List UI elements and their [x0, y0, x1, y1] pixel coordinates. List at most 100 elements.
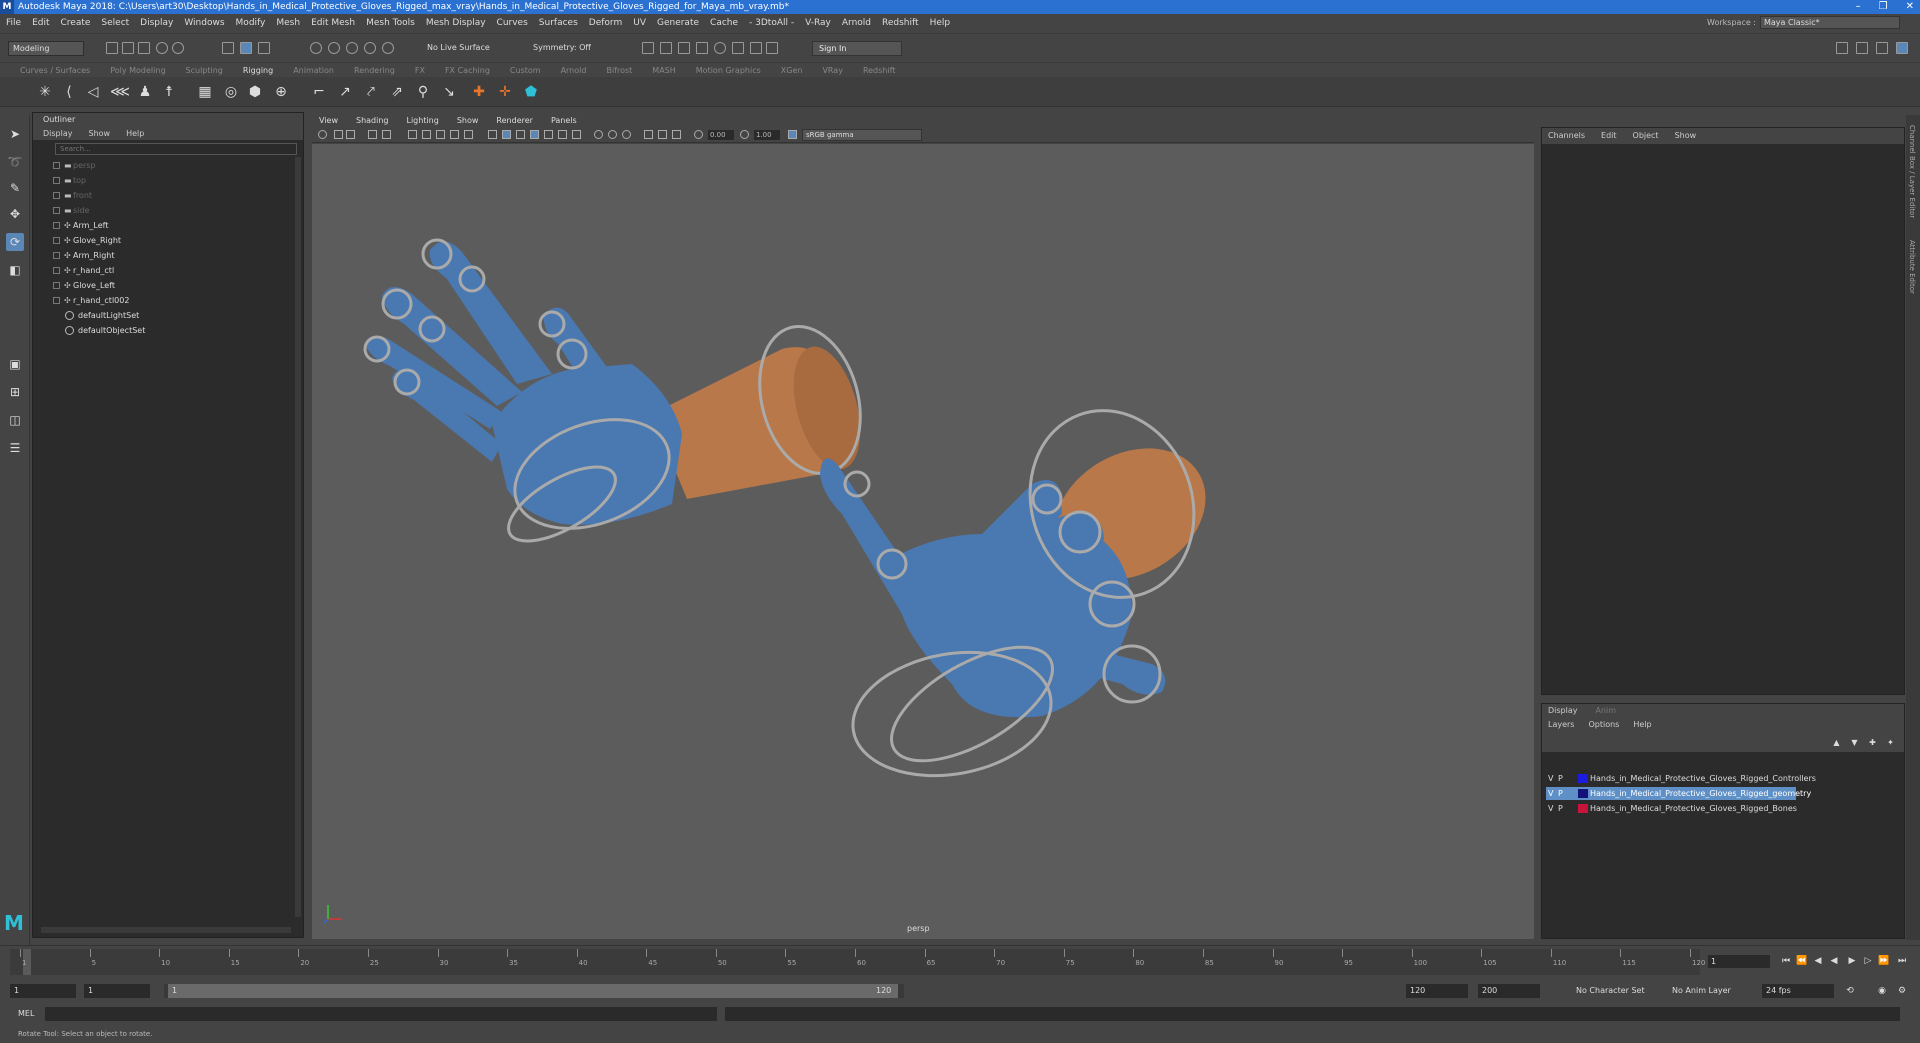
viewport-menu-panels[interactable]: Panels	[551, 114, 577, 127]
wrap-deformer-icon[interactable]: ⬢	[246, 83, 264, 101]
outliner-menu-display[interactable]: Display	[43, 127, 73, 140]
film-gate-icon[interactable]	[408, 130, 417, 139]
expand-icon[interactable]	[53, 177, 60, 184]
view-transform-dropdown[interactable]: sRGB gamma	[802, 129, 922, 141]
move-tool-icon[interactable]: ✥	[6, 205, 24, 223]
shelf-tab-mash[interactable]: MASH	[652, 66, 675, 75]
layer-row[interactable]: V P Hands_in_Medical_Protective_Gloves_R…	[1546, 772, 1816, 785]
lattice-icon[interactable]: ▦	[196, 83, 214, 101]
parent-constraint-icon[interactable]: ⚲	[414, 83, 432, 101]
shelf-tab-fx[interactable]: FX	[415, 66, 425, 75]
character-set-dropdown[interactable]: No Character Set	[1576, 986, 1645, 995]
menu-3dtoall[interactable]: - 3DtoAll -	[749, 18, 794, 28]
gate-mask-icon[interactable]	[436, 130, 445, 139]
select-camera-icon[interactable]	[318, 130, 327, 139]
outliner-menu-help[interactable]: Help	[126, 127, 144, 140]
snap-grid-icon[interactable]	[310, 42, 322, 54]
outliner-item-side[interactable]: ▬ side	[33, 203, 303, 218]
outliner-item-arm-left[interactable]: ✣ Arm_Left	[33, 218, 303, 233]
bookmarks-icon[interactable]	[346, 130, 355, 139]
channel-box-toggle-icon[interactable]	[1896, 42, 1908, 54]
single-perspective-view-icon[interactable]: ▣	[6, 355, 24, 373]
go-to-start-icon[interactable]: ⏮	[1780, 954, 1792, 968]
undo-icon[interactable]	[156, 42, 168, 54]
use-all-lights-icon[interactable]	[558, 130, 567, 139]
expand-icon[interactable]	[53, 297, 60, 304]
save-scene-icon[interactable]	[138, 42, 150, 54]
render-setup-icon[interactable]	[732, 42, 744, 54]
select-hierarchy-icon[interactable]	[222, 42, 234, 54]
layer-row-selected[interactable]: V P Hands_in_Medical_Protective_Gloves_R…	[1546, 787, 1811, 800]
modeling-toolkit-icon[interactable]	[1836, 42, 1848, 54]
menu-mesh-tools[interactable]: Mesh Tools	[366, 18, 415, 28]
rotate-tool-icon[interactable]: ⟳	[6, 233, 24, 251]
time-slider-track[interactable]: 1 5 10 15 20 25 30 35 40 45 50 55 60 65 70 75 80 85 90 95 10…	[10, 949, 1705, 975]
live-surface-field[interactable]: No Live Surface	[427, 43, 490, 52]
outliner-search-input[interactable]: Search...	[55, 143, 297, 155]
layer-playback-toggle[interactable]: P	[1558, 802, 1563, 815]
layer-color-swatch[interactable]	[1578, 804, 1588, 813]
gamma-field[interactable]: 1.00	[754, 130, 780, 140]
wireframe-icon[interactable]	[488, 130, 497, 139]
color-management-icon[interactable]	[788, 130, 797, 139]
layer-menu-help[interactable]: Help	[1633, 718, 1651, 732]
outliner-item-front[interactable]: ▬ front	[33, 188, 303, 203]
outliner-item-arm-right[interactable]: ✣ Arm_Right	[33, 248, 303, 263]
exposure-icon[interactable]	[694, 130, 703, 139]
move-layer-up-icon[interactable]: ▲	[1832, 738, 1841, 747]
outliner-item-r-hand-ctl[interactable]: ✣ r_hand_ctl	[33, 263, 303, 278]
step-back-frame-icon[interactable]: ◀︎	[1812, 954, 1824, 968]
go-to-end-icon[interactable]: ⏭	[1896, 954, 1908, 968]
layer-visibility-toggle[interactable]: V	[1548, 787, 1553, 800]
shelf-tab-rendering[interactable]: Rendering	[354, 66, 395, 75]
expand-icon[interactable]	[53, 162, 60, 169]
menu-redshift[interactable]: Redshift	[882, 18, 919, 28]
camera-attributes-icon[interactable]	[334, 130, 343, 139]
resolution-gate-icon[interactable]	[422, 130, 431, 139]
outliner-item-glove-right[interactable]: ✣ Glove_Right	[33, 233, 303, 248]
shelf-tab-motion-graphics[interactable]: Motion Graphics	[696, 66, 761, 75]
expand-icon[interactable]	[53, 222, 60, 229]
animation-preferences-icon[interactable]: ⚙	[1896, 984, 1908, 998]
select-tool-icon[interactable]: ➤	[6, 125, 24, 143]
shelf-tab-animation[interactable]: Animation	[293, 66, 334, 75]
persp-outliner-layout-icon[interactable]: ◫	[6, 411, 24, 429]
layer-menu-layers[interactable]: Layers	[1548, 718, 1574, 732]
shelf-tab-sculpting[interactable]: Sculpting	[186, 66, 223, 75]
channel-box-menu-channels[interactable]: Channels	[1548, 128, 1585, 144]
ik-handle-icon[interactable]: ⟨	[60, 83, 78, 101]
anti-aliasing-icon[interactable]	[622, 130, 631, 139]
menu-cache[interactable]: Cache	[710, 18, 738, 28]
orient-constraint-icon[interactable]: ⤤	[362, 83, 380, 101]
render-current-frame-icon[interactable]	[660, 42, 672, 54]
shelf-tab-custom[interactable]: Custom	[510, 66, 541, 75]
construction-history-icon[interactable]	[642, 42, 654, 54]
outliner-horizontal-scrollbar[interactable]	[41, 927, 291, 933]
expand-icon[interactable]	[53, 282, 60, 289]
expand-icon[interactable]	[53, 252, 60, 259]
command-input[interactable]	[45, 1007, 717, 1021]
expand-icon[interactable]	[53, 237, 60, 244]
redo-icon[interactable]	[172, 42, 184, 54]
menu-curves[interactable]: Curves	[497, 18, 528, 28]
playback-end-field[interactable]: 120	[1406, 984, 1468, 998]
layer-visibility-toggle[interactable]: V	[1548, 802, 1553, 815]
paint-select-tool-icon[interactable]: ✎	[6, 179, 24, 197]
restore-button[interactable]: ❐	[1879, 0, 1888, 14]
wireframe-on-shaded-icon[interactable]	[530, 130, 539, 139]
symmetry-dropdown[interactable]: Symmetry: Off	[533, 43, 591, 52]
safe-action-icon[interactable]	[464, 130, 473, 139]
script-language-toggle[interactable]: MEL	[18, 1009, 34, 1018]
step-back-key-icon[interactable]: ⏪	[1796, 954, 1808, 968]
layer-color-swatch[interactable]	[1578, 774, 1588, 783]
shelf-tab-xgen[interactable]: XGen	[781, 66, 803, 75]
viewport-menu-show[interactable]: Show	[457, 114, 479, 127]
point-constraint-icon[interactable]: ⌐	[310, 83, 328, 101]
motion-blur-icon[interactable]	[608, 130, 617, 139]
xray-icon[interactable]	[658, 130, 667, 139]
menu-file[interactable]: File	[6, 18, 21, 28]
snap-point-icon[interactable]	[346, 42, 358, 54]
viewport-menu-view[interactable]: View	[319, 114, 338, 127]
menu-edit-mesh[interactable]: Edit Mesh	[311, 18, 355, 28]
layer-playback-toggle[interactable]: P	[1558, 787, 1563, 800]
